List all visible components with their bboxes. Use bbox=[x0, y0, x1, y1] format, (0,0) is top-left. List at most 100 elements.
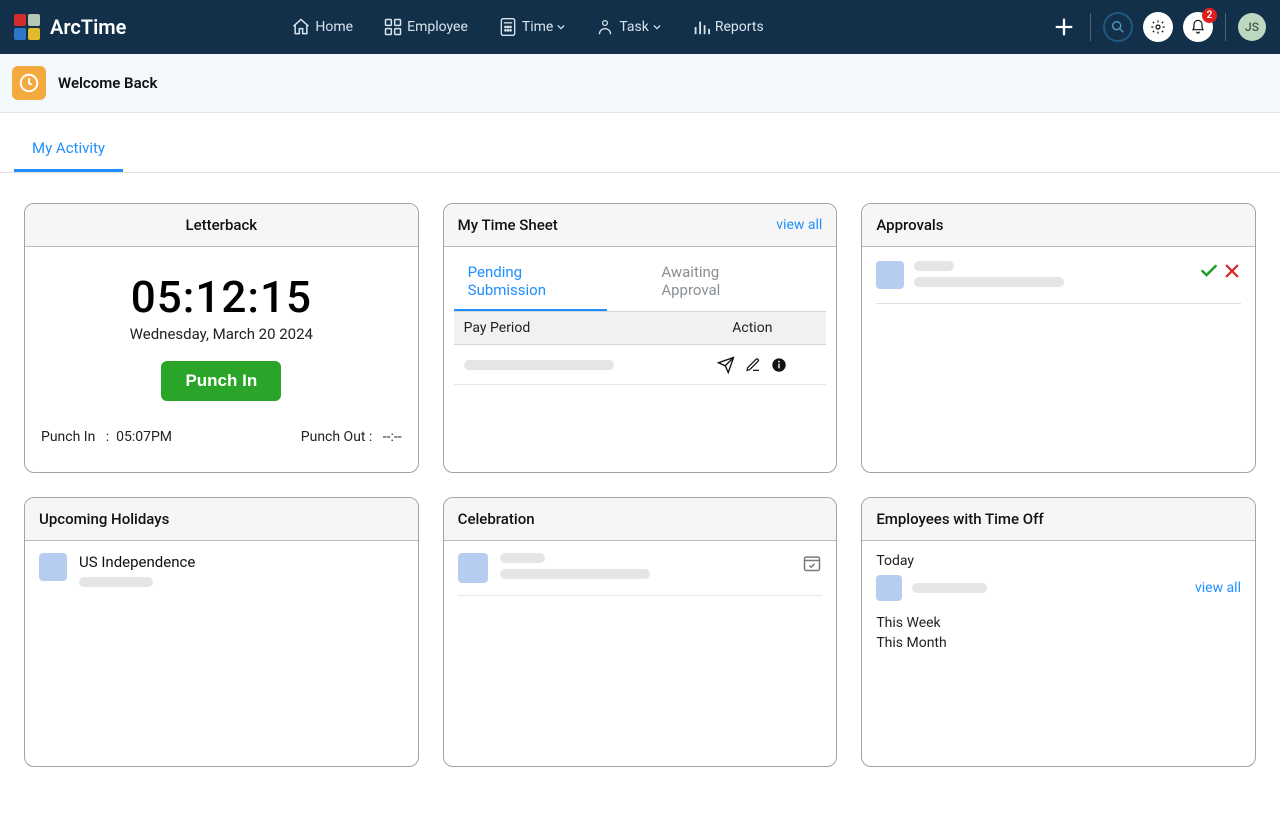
timesheet-view-all-link[interactable]: view all bbox=[776, 217, 822, 233]
card-title: My Time Sheet bbox=[458, 216, 558, 234]
home-icon bbox=[291, 17, 311, 37]
clock-date: Wednesday, March 20 2024 bbox=[39, 325, 404, 343]
skeleton-placeholder bbox=[500, 553, 545, 563]
nav-reports[interactable]: Reports bbox=[691, 17, 764, 37]
clock-time: 05:12:15 bbox=[39, 271, 404, 323]
list-item bbox=[458, 553, 823, 596]
chevron-down-icon bbox=[557, 23, 565, 31]
nav-home-label: Home bbox=[315, 19, 353, 35]
nav-time-label: Time bbox=[522, 19, 553, 35]
timeoff-this-week-label: This Week bbox=[876, 615, 1241, 631]
card-header: Letterback bbox=[25, 204, 418, 247]
card-body: Pending Submission Awaiting Approval Pay… bbox=[444, 247, 837, 472]
page-tabs: My Activity bbox=[0, 131, 1280, 173]
card-header: My Time Sheet view all bbox=[444, 204, 837, 247]
chevron-down-icon bbox=[653, 23, 661, 31]
user-badge-icon bbox=[595, 17, 615, 37]
nav-task[interactable]: Task bbox=[595, 17, 661, 37]
nav-links: Home Employee Time bbox=[291, 17, 763, 37]
timeoff-today-label: Today bbox=[876, 553, 1241, 569]
card-upcoming-holidays: Upcoming Holidays US Independence bbox=[24, 497, 419, 767]
skeleton-placeholder bbox=[464, 360, 614, 370]
divider bbox=[1225, 13, 1226, 41]
timeoff-this-month-label: This Month bbox=[876, 635, 1241, 651]
skeleton-placeholder bbox=[914, 277, 1064, 287]
holiday-name: US Independence bbox=[79, 553, 195, 571]
add-button[interactable] bbox=[1050, 13, 1078, 41]
brand[interactable]: ArcTime bbox=[14, 14, 126, 40]
timesheet-table-header: Pay Period Action bbox=[454, 312, 827, 345]
settings-button[interactable] bbox=[1143, 12, 1173, 42]
dashboard-cards: Letterback 05:12:15 Wednesday, March 20 … bbox=[0, 173, 1280, 797]
grid-icon bbox=[383, 17, 403, 37]
avatar-placeholder bbox=[876, 575, 902, 601]
punch-in-label: Punch In bbox=[41, 429, 95, 445]
card-body: US Independence bbox=[25, 541, 418, 766]
card-celebration: Celebration bbox=[443, 497, 838, 767]
card-letterback: Letterback 05:12:15 Wednesday, March 20 … bbox=[24, 203, 419, 473]
card-body bbox=[444, 541, 837, 766]
edit-icon[interactable] bbox=[745, 357, 761, 373]
tab-my-activity[interactable]: My Activity bbox=[14, 131, 123, 172]
punch-out-status: Punch Out : --:-- bbox=[301, 429, 402, 445]
holiday-icon-placeholder bbox=[39, 553, 67, 581]
nav-task-label: Task bbox=[619, 19, 649, 35]
nav-time[interactable]: Time bbox=[498, 17, 565, 37]
punch-status-row: Punch In : 05:07PM Punch Out : --:-- bbox=[39, 429, 404, 445]
list-item: view all bbox=[876, 575, 1241, 601]
card-header: Celebration bbox=[444, 498, 837, 541]
timeoff-view-all-link[interactable]: view all bbox=[1195, 580, 1241, 596]
divider bbox=[876, 303, 1241, 304]
info-icon[interactable] bbox=[771, 357, 787, 373]
punch-out-value: --:-- bbox=[383, 429, 402, 445]
nav-right: 2 JS bbox=[1050, 12, 1266, 42]
notification-badge: 2 bbox=[1202, 8, 1217, 23]
welcome-text: Welcome Back bbox=[58, 74, 157, 92]
punch-in-status: Punch In : 05:07PM bbox=[41, 429, 172, 445]
calendar-check-icon[interactable] bbox=[802, 553, 822, 573]
card-employees-time-off: Employees with Time Off Today view all T… bbox=[861, 497, 1256, 767]
skeleton-placeholder bbox=[500, 569, 650, 579]
skeleton-placeholder bbox=[912, 583, 987, 593]
col-pay-period: Pay Period bbox=[454, 312, 679, 344]
search-button[interactable] bbox=[1103, 12, 1133, 42]
nav-home[interactable]: Home bbox=[291, 17, 353, 37]
card-body: 05:12:15 Wednesday, March 20 2024 Punch … bbox=[25, 247, 418, 472]
divider bbox=[1090, 13, 1091, 41]
col-action: Action bbox=[678, 312, 826, 344]
tab-awaiting-approval[interactable]: Awaiting Approval bbox=[647, 255, 786, 311]
send-icon[interactable] bbox=[717, 356, 735, 374]
skeleton-placeholder bbox=[79, 577, 153, 587]
bell-icon bbox=[1190, 19, 1206, 35]
reject-icon[interactable] bbox=[1223, 262, 1241, 280]
nav-employee[interactable]: Employee bbox=[383, 17, 468, 37]
gear-icon bbox=[1150, 19, 1166, 35]
card-title: Celebration bbox=[458, 510, 535, 528]
clock-icon bbox=[12, 66, 46, 100]
brand-name: ArcTime bbox=[50, 15, 126, 39]
welcome-bar: Welcome Back bbox=[0, 54, 1280, 113]
card-body bbox=[862, 247, 1255, 472]
avatar-placeholder bbox=[876, 261, 904, 289]
card-body: Today view all This Week This Month bbox=[862, 541, 1255, 766]
approve-icon[interactable] bbox=[1199, 261, 1219, 281]
search-icon bbox=[1110, 19, 1126, 35]
top-navbar: ArcTime Home Employee bbox=[0, 0, 1280, 54]
punch-out-label: Punch Out : bbox=[301, 429, 373, 445]
tab-pending-submission[interactable]: Pending Submission bbox=[454, 255, 608, 311]
table-row bbox=[454, 345, 827, 385]
card-header: Approvals bbox=[862, 204, 1255, 247]
nav-employee-label: Employee bbox=[407, 19, 468, 35]
punch-in-value: 05:07PM bbox=[116, 429, 172, 445]
card-title: Upcoming Holidays bbox=[39, 510, 169, 528]
notifications-button[interactable]: 2 bbox=[1183, 12, 1213, 42]
calculator-icon bbox=[498, 17, 518, 37]
card-approvals: Approvals bbox=[861, 203, 1256, 473]
card-header: Upcoming Holidays bbox=[25, 498, 418, 541]
user-avatar[interactable]: JS bbox=[1238, 13, 1266, 41]
nav-reports-label: Reports bbox=[715, 19, 764, 35]
bar-chart-icon bbox=[691, 17, 711, 37]
card-header: Employees with Time Off bbox=[862, 498, 1255, 541]
punch-in-button[interactable]: Punch In bbox=[161, 361, 281, 401]
card-title: Letterback bbox=[186, 216, 258, 234]
